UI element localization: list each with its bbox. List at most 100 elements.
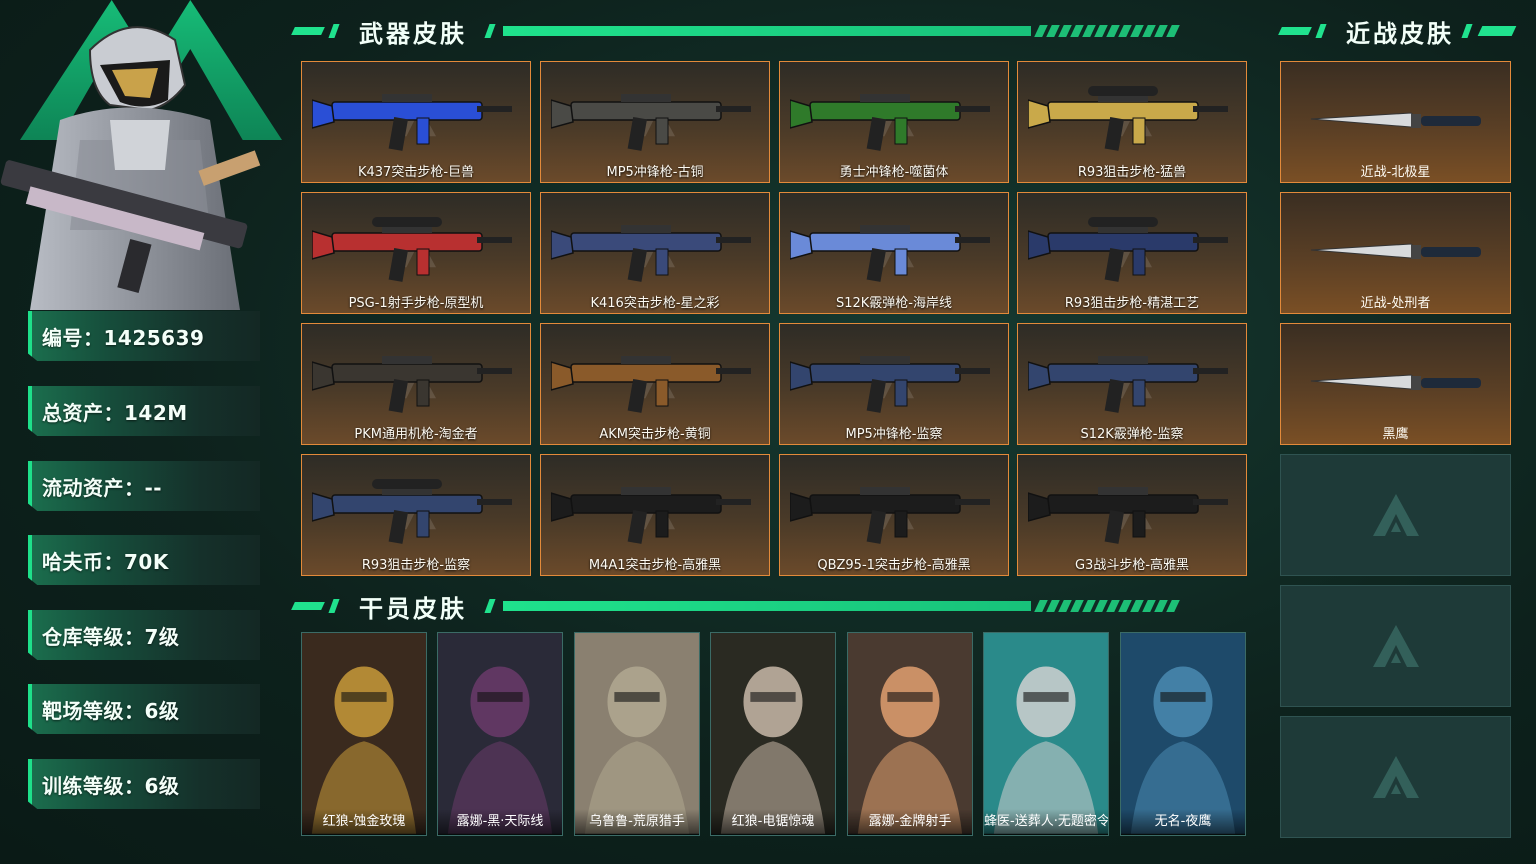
weapon-skin-name: M4A1突击步枪-高雅黑 [588,558,722,573]
empty-slot-logo-icon [1372,625,1419,667]
weapon-skin-name: 勇士冲锋枪-噬菌体 [839,165,949,180]
assault-rifle-icon [551,487,751,544]
sniper-rifle-icon [1028,86,1228,151]
knife-icon [1310,112,1481,128]
operator-skin-card[interactable]: 红狼-电锯惊魂 [710,632,836,836]
empty-slot-logo-icon [1372,756,1419,798]
operator-skin-card[interactable]: 无名-夜鹰 [1120,632,1246,836]
weapon-skin-card[interactable]: QBZ95-1突击步枪-高雅黑 [779,454,1009,576]
operator-portrait-icon [1121,633,1245,834]
operator-skin-name: 露娜-黑·天际线 [438,809,562,835]
melee-skins-header: 近战皮肤 [1278,14,1517,48]
smg-icon [790,94,990,151]
weapon-skin-card[interactable]: G3战斗步枪-高雅黑 [1017,454,1247,576]
melee-skins-title: 近战皮肤 [1346,19,1454,48]
weapon-skin-card[interactable]: PKM通用机枪-淘金者 [301,323,531,445]
weapon-skin-card[interactable]: MP5冲锋枪-古铜 [540,61,770,183]
marksman-rifle-icon [312,217,512,282]
operator-skin-card[interactable]: 乌鲁鲁-荒原猎手 [574,632,700,836]
empty-melee-slot[interactable] [1280,585,1511,707]
stat-coins: 哈夫币：70K [28,535,260,585]
operator-skin-name: 乌鲁鲁-荒原猎手 [575,809,699,835]
weapon-skin-card[interactable]: S12K霰弹枪-监察 [1017,323,1247,445]
stat-id: 编号：1425639 [28,311,260,361]
weapon-skin-name: MP5冲锋枪-古铜 [606,165,704,180]
weapon-skin-card[interactable]: R93狙击步枪-监察 [301,454,531,576]
assault-rifle-icon [551,225,751,282]
weapon-skin-name: S12K霰弹枪-监察 [1080,427,1184,442]
weapon-skins-title: 武器皮肤 [359,19,467,48]
weapon-skin-name: G3战斗步枪-高雅黑 [1074,558,1190,573]
weapon-skin-card[interactable]: R93狙击步枪-精湛工艺 [1017,192,1247,314]
weapon-skin-card[interactable]: MP5冲锋枪-监察 [779,323,1009,445]
operator-portrait-icon [984,633,1108,834]
stat-liquid-assets: 流动资产：-- [28,461,260,511]
weapon-skin-card[interactable]: K437突击步枪-巨兽 [301,61,531,183]
empty-slot-logo-icon [1372,494,1419,536]
knife-icon [1310,374,1481,390]
weapon-skin-name: R93狙击步枪-精湛工艺 [1064,296,1200,311]
operator-portrait-icon [438,633,562,834]
bullpup-rifle-icon [790,487,990,544]
stat-range-level: 靶场等级：6级 [28,684,260,734]
operator-skin-card[interactable]: 蜂医-送葬人·无题密令 [983,632,1109,836]
weapon-skin-card[interactable]: AKM突击步枪-黄铜 [540,323,770,445]
weapon-skins-header: 武器皮肤 [291,14,1180,48]
knife-icon [1310,243,1481,259]
operator-skin-name: 无名-夜鹰 [1121,809,1245,835]
operator-portrait [0,10,282,310]
stat-warehouse-level: 仓库等级：7级 [28,610,260,660]
stat-id-label: 编号：1425639 [42,325,205,350]
empty-melee-slot[interactable] [1280,716,1511,838]
machine-gun-icon [312,356,512,413]
melee-skin-card[interactable]: 近战-处刑者 [1280,192,1511,314]
operator-skin-card[interactable]: 露娜-黑·天际线 [437,632,563,836]
weapon-skin-name: R93狙击步枪-猛兽 [1077,165,1187,180]
stat-coins-label: 哈夫币：70K [42,549,169,574]
melee-skin-name: 黑鹰 [1382,427,1409,442]
operator-skin-name: 露娜-金牌射手 [848,809,972,835]
weapon-skin-card[interactable]: 勇士冲锋枪-噬菌体 [779,61,1009,183]
weapon-skin-card[interactable]: R93狙击步枪-猛兽 [1017,61,1247,183]
operator-skin-name: 蜂医-送葬人·无题密令 [984,809,1108,835]
battle-rifle-icon [1028,487,1228,544]
operator-skin-name: 红狼-电锯惊魂 [711,809,835,835]
operator-portrait-icon [848,633,972,834]
weapon-skin-name: MP5冲锋枪-监察 [845,427,943,442]
melee-skin-name: 近战-处刑者 [1360,296,1431,311]
stat-liquid-assets-label: 流动资产：-- [42,475,163,500]
melee-skin-card[interactable]: 黑鹰 [1280,323,1511,445]
stat-warehouse-level-label: 仓库等级：7级 [42,624,180,649]
weapon-skin-name: AKM突击步枪-黄铜 [599,427,711,442]
weapon-skin-card[interactable]: PSG-1射手步枪-原型机 [301,192,531,314]
shotgun-icon [1028,356,1228,413]
operator-skins-header: 干员皮肤 [291,589,1180,623]
stat-training-level: 训练等级：6级 [28,759,260,809]
assault-rifle-icon [312,94,512,151]
smg-icon [551,94,751,151]
weapon-skin-name: PKM通用机枪-淘金者 [354,427,478,442]
weapon-skin-card[interactable]: M4A1突击步枪-高雅黑 [540,454,770,576]
operator-portrait-icon [302,633,426,834]
melee-skin-card[interactable]: 近战-北极星 [1280,61,1511,183]
stat-total-assets-label: 总资产：142M [42,400,188,425]
weapon-skin-name: QBZ95-1突击步枪-高雅黑 [817,558,971,573]
operator-skin-card[interactable]: 红狼-蚀金玫瑰 [301,632,427,836]
assault-rifle-icon [551,356,751,413]
operator-portrait-icon [575,633,699,834]
weapon-skin-name: R93狙击步枪-监察 [361,558,471,573]
weapon-skin-name: K437突击步枪-巨兽 [357,165,475,180]
stat-training-level-label: 训练等级：6级 [42,773,180,798]
empty-melee-slot[interactable] [1280,454,1511,576]
profile-panel: 编号：1425639 总资产：142M 流动资产：-- 哈夫币：70K 仓库等级… [0,0,282,864]
weapon-skin-card[interactable]: S12K霰弹枪-海岸线 [779,192,1009,314]
operator-skin-card[interactable]: 露娜-金牌射手 [847,632,973,836]
weapon-skin-name: K416突击步枪-星之彩 [590,296,720,311]
weapon-skin-card[interactable]: K416突击步枪-星之彩 [540,192,770,314]
stat-total-assets: 总资产：142M [28,386,260,436]
shotgun-icon [790,225,990,282]
sniper-rifle-icon [312,479,512,544]
operator-portrait-icon [711,633,835,834]
melee-skin-name: 近战-北极星 [1360,165,1431,180]
weapon-skin-name: S12K霰弹枪-海岸线 [835,296,952,311]
